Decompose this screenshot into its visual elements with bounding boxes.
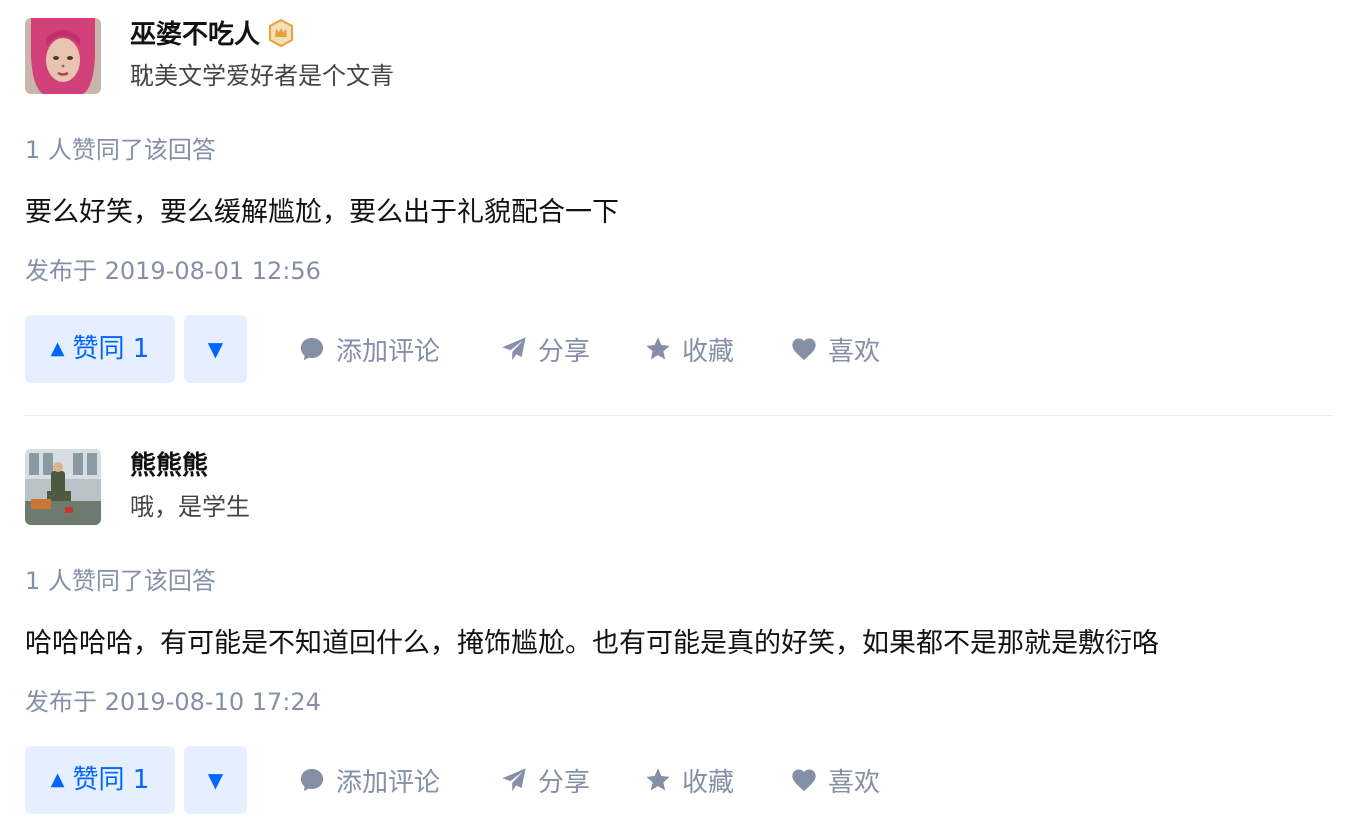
publish-time[interactable]: 发布于 2019-08-01 12:56 [25,256,321,286]
triangle-down-icon: ▼ [207,768,224,792]
answer-content: 要么好笑，要么缓解尴尬，要么出于礼貌配合一下 [25,197,619,228]
comment-label: 添加评论 [336,767,441,798]
answer-divider [25,415,1333,416]
like-label: 喜欢 [828,767,881,798]
action-bar: ▲ 赞同 1 ▼ 添加评论 分享 收藏 喜欢 [25,315,1025,383]
share-button[interactable]: 分享 [500,315,590,383]
heart-icon [792,769,816,792]
author-info: 巫婆不吃人 耽美文学爱好者是个文青 [25,18,1333,96]
comment-bubble-icon [300,337,324,361]
answer-content: 哈哈哈哈，有可能是不知道回什么，掩饰尴尬。也有可能是真的好笑，如果都不是那就是敷… [25,628,1159,659]
downvote-button[interactable]: ▼ [184,315,247,383]
author-name-text[interactable]: 巫婆不吃人 [130,20,260,50]
favorite-button[interactable]: 收藏 [644,746,734,814]
action-bar: ▲ 赞同 1 ▼ 添加评论 分享 收藏 喜欢 [25,746,1025,814]
upvote-label: 赞同 1 [72,765,150,795]
comment-label: 添加评论 [336,336,441,367]
share-label: 分享 [538,336,591,367]
upvote-button[interactable]: ▲ 赞同 1 [25,746,175,814]
author-name[interactable]: 熊熊熊 [130,449,208,483]
favorite-label: 收藏 [682,767,735,798]
share-button[interactable]: 分享 [500,746,590,814]
author-info: 熊熊熊 哦，是学生 [25,449,1333,527]
upvote-label: 赞同 1 [72,334,150,364]
vote-count-meta[interactable]: 1 人赞同了该回答 [25,135,216,165]
author-name-text[interactable]: 熊熊熊 [130,451,208,481]
upvote-button[interactable]: ▲ 赞同 1 [25,315,175,383]
heart-icon [792,338,816,361]
triangle-down-icon: ▼ [207,337,224,361]
like-label: 喜欢 [828,336,881,367]
vote-count-meta[interactable]: 1 人赞同了该回答 [25,566,216,596]
paper-plane-icon [502,768,526,792]
avatar[interactable] [25,18,101,94]
publish-time[interactable]: 发布于 2019-08-10 17:24 [25,687,321,717]
paper-plane-icon [502,337,526,361]
star-icon [646,337,670,360]
share-label: 分享 [538,767,591,798]
star-icon [646,768,670,791]
comment-button[interactable]: 添加评论 [298,315,440,383]
favorite-button[interactable]: 收藏 [644,315,734,383]
crown-badge-icon [268,18,294,47]
author-name[interactable]: 巫婆不吃人 [130,18,294,52]
author-bio: 耽美文学爱好者是个文青 [130,62,394,90]
favorite-label: 收藏 [682,336,735,367]
author-bio: 哦，是学生 [130,493,250,521]
like-button[interactable]: 喜欢 [790,746,880,814]
answer-item: 巫婆不吃人 耽美文学爱好者是个文青 1 人赞同了该回答 要么好笑，要么缓解尴尬，… [25,18,1333,383]
avatar[interactable] [25,449,101,525]
downvote-button[interactable]: ▼ [184,746,247,814]
comment-button[interactable]: 添加评论 [298,746,440,814]
answer-item: 熊熊熊 哦，是学生 1 人赞同了该回答 哈哈哈哈，有可能是不知道回什么，掩饰尴尬… [25,449,1333,814]
comment-bubble-icon [300,768,324,792]
like-button[interactable]: 喜欢 [790,315,880,383]
triangle-up-icon: ▲ [50,769,65,790]
triangle-up-icon: ▲ [50,338,65,359]
